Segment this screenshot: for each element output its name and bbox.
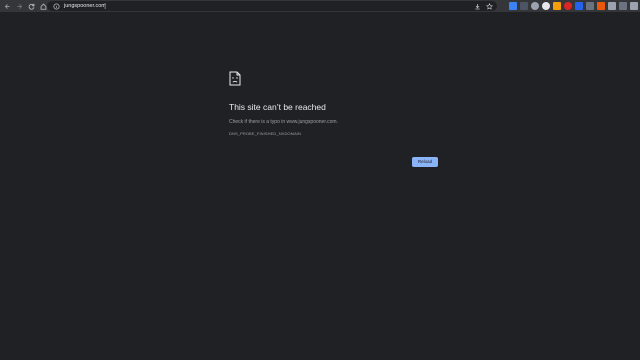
extension-5[interactable] [553, 2, 561, 10]
home-icon [40, 3, 46, 10]
extension-11[interactable] [619, 2, 627, 10]
extension-12[interactable] [630, 2, 638, 10]
extension-7[interactable] [575, 2, 583, 10]
extension-8[interactable] [586, 2, 594, 10]
star-icon [485, 2, 493, 10]
extension-2[interactable] [520, 2, 528, 10]
extensions-bar [509, 2, 640, 10]
reload-button[interactable]: Reload [412, 157, 438, 167]
extension-3[interactable] [531, 2, 539, 10]
reload-icon [28, 3, 34, 10]
extension-1[interactable] [509, 2, 517, 10]
error-code: DNS_PROBE_FINISHED_NXDOMAIN [229, 131, 302, 136]
error-title: This site can’t be reached [229, 102, 326, 112]
sad-page-icon [229, 71, 241, 86]
extension-9[interactable] [597, 2, 605, 10]
error-description: Check if there is a typo in www.jungspoo… [229, 119, 338, 125]
browser-toolbar: jungspooner.com I [0, 0, 640, 12]
reload-toolbar-button[interactable] [26, 1, 36, 11]
arrow-right-icon [16, 3, 22, 9]
bookmark-button[interactable] [485, 2, 493, 10]
text-cursor-icon: I [104, 2, 107, 11]
site-info-button[interactable] [52, 2, 60, 10]
arrow-left-icon [4, 3, 10, 9]
site-info-icon [52, 2, 60, 10]
forward-button[interactable] [14, 1, 24, 11]
download-button[interactable] [473, 2, 481, 10]
extension-4[interactable] [542, 2, 550, 10]
url-text[interactable]: jungspooner.com [64, 3, 106, 9]
address-bar[interactable]: jungspooner.com I [47, 1, 497, 11]
extension-10[interactable] [608, 2, 616, 10]
download-icon [474, 3, 480, 9]
extension-6[interactable] [564, 2, 572, 10]
back-button[interactable] [2, 1, 12, 11]
